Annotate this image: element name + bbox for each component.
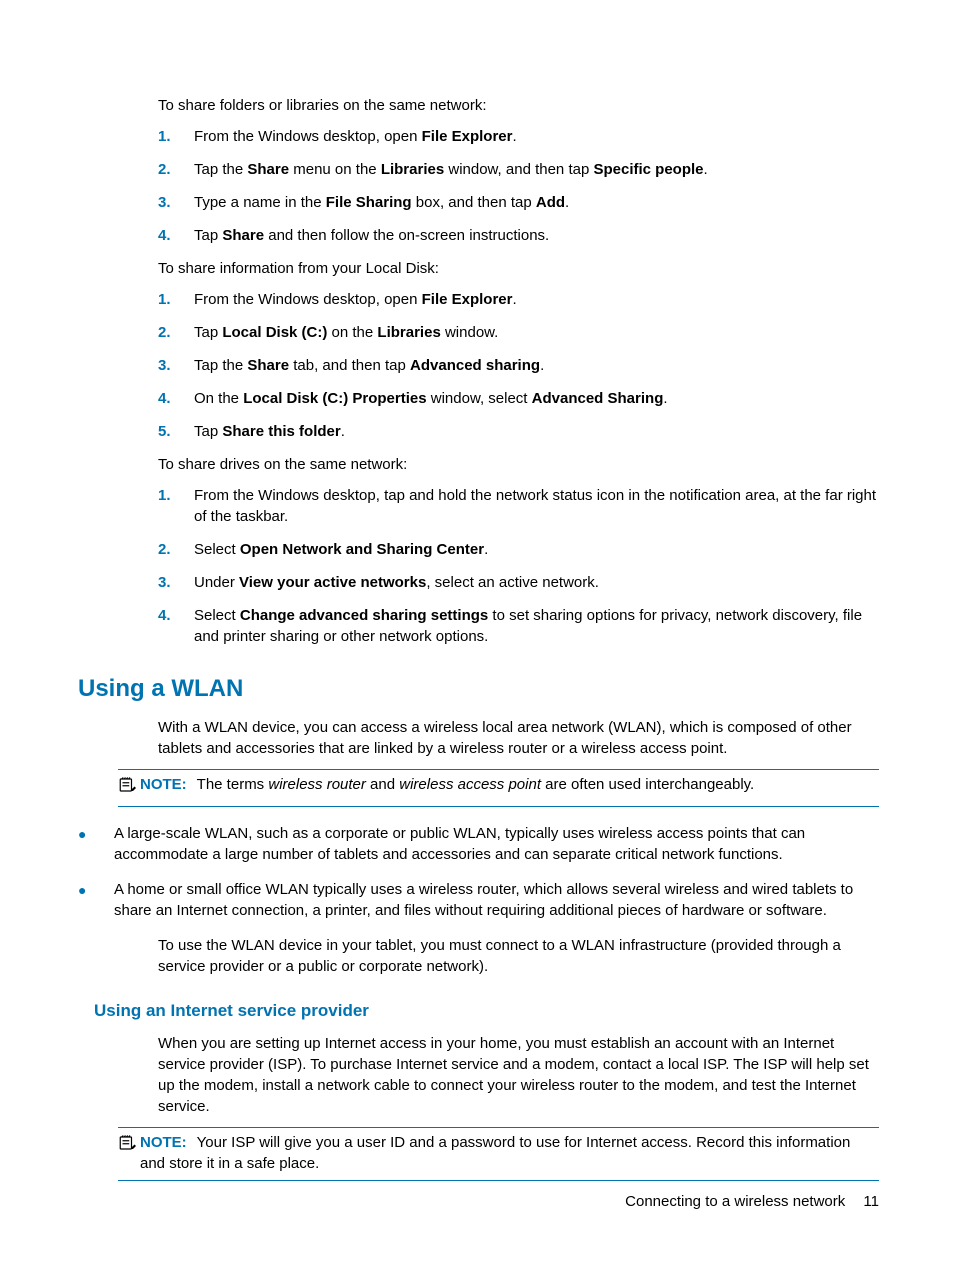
note-text: NOTE:Your ISP will give you a user ID an…	[140, 1132, 879, 1174]
list-number: 2.	[158, 322, 194, 343]
list-item: 3. Type a name in the File Sharing box, …	[158, 192, 879, 213]
heading-using-wlan: Using a WLAN	[78, 675, 879, 703]
heading-using-isp: Using an Internet service provider	[94, 1001, 879, 1021]
page-number: 11	[863, 1193, 879, 1210]
note-label: NOTE:	[140, 776, 187, 793]
list-number: 3.	[158, 192, 194, 213]
list-item: 2. Select Open Network and Sharing Cente…	[158, 539, 879, 560]
paragraph: When you are setting up Internet access …	[158, 1033, 879, 1117]
list-number: 4.	[158, 605, 194, 647]
list-text: Tap Share and then follow the on-screen …	[194, 225, 879, 246]
list-text: From the Windows desktop, tap and hold t…	[194, 485, 879, 527]
list-text: Tap Share this folder.	[194, 421, 879, 442]
page-footer: Connecting to a wireless network 11	[625, 1193, 879, 1210]
note-icon	[118, 774, 140, 800]
list-number: 1.	[158, 485, 194, 527]
list-item: ● A home or small office WLAN typically …	[78, 879, 879, 921]
bullet-icon: ●	[78, 823, 114, 865]
list-item: ● A large-scale WLAN, such as a corporat…	[78, 823, 879, 865]
list-item: 3. Under View your active networks, sele…	[158, 572, 879, 593]
list-text: Tap the Share tab, and then tap Advanced…	[194, 355, 879, 376]
ordered-list-local-disk: 1. From the Windows desktop, open File E…	[158, 289, 879, 442]
list-number: 3.	[158, 572, 194, 593]
note-label: NOTE:	[140, 1134, 187, 1151]
list-number: 5.	[158, 421, 194, 442]
paragraph: To share folders or libraries on the sam…	[158, 95, 879, 116]
list-number: 1.	[158, 289, 194, 310]
list-text: A home or small office WLAN typically us…	[114, 879, 879, 921]
note-box: NOTE:Your ISP will give you a user ID an…	[118, 1127, 879, 1181]
footer-text: Connecting to a wireless network	[625, 1193, 845, 1210]
list-number: 4.	[158, 225, 194, 246]
list-text: From the Windows desktop, open File Expl…	[194, 289, 879, 310]
list-number: 2.	[158, 159, 194, 180]
list-number: 3.	[158, 355, 194, 376]
paragraph: With a WLAN device, you can access a wir…	[158, 717, 879, 759]
list-item: 3. Tap the Share tab, and then tap Advan…	[158, 355, 879, 376]
list-text: Tap the Share menu on the Libraries wind…	[194, 159, 879, 180]
paragraph: To share drives on the same network:	[158, 454, 879, 475]
document-page: To share folders or libraries on the sam…	[0, 0, 954, 1270]
ordered-list-share-drives: 1. From the Windows desktop, tap and hol…	[158, 485, 879, 647]
list-item: 1. From the Windows desktop, tap and hol…	[158, 485, 879, 527]
list-number: 2.	[158, 539, 194, 560]
note-icon	[118, 1132, 140, 1174]
list-item: 2. Tap the Share menu on the Libraries w…	[158, 159, 879, 180]
list-item: 4. Tap Share and then follow the on-scre…	[158, 225, 879, 246]
list-item: 2. Tap Local Disk (C:) on the Libraries …	[158, 322, 879, 343]
list-number: 1.	[158, 126, 194, 147]
list-text: Type a name in the File Sharing box, and…	[194, 192, 879, 213]
list-text: A large-scale WLAN, such as a corporate …	[114, 823, 879, 865]
list-text: On the Local Disk (C:) Properties window…	[194, 388, 879, 409]
list-item: 5. Tap Share this folder.	[158, 421, 879, 442]
bullet-icon: ●	[78, 879, 114, 921]
list-item: 1. From the Windows desktop, open File E…	[158, 126, 879, 147]
list-text: Tap Local Disk (C:) on the Libraries win…	[194, 322, 879, 343]
ordered-list-share-folders: 1. From the Windows desktop, open File E…	[158, 126, 879, 246]
list-item: 4. Select Change advanced sharing settin…	[158, 605, 879, 647]
bullet-list-wlan: ● A large-scale WLAN, such as a corporat…	[78, 823, 879, 921]
list-item: 4. On the Local Disk (C:) Properties win…	[158, 388, 879, 409]
list-text: Under View your active networks, select …	[194, 572, 879, 593]
note-text: NOTE:The terms wireless router and wirel…	[140, 774, 879, 800]
paragraph: To share information from your Local Dis…	[158, 258, 879, 279]
paragraph: To use the WLAN device in your tablet, y…	[158, 935, 879, 977]
list-number: 4.	[158, 388, 194, 409]
list-item: 1. From the Windows desktop, open File E…	[158, 289, 879, 310]
list-text: Select Change advanced sharing settings …	[194, 605, 879, 647]
list-text: From the Windows desktop, open File Expl…	[194, 126, 879, 147]
note-box: NOTE:The terms wireless router and wirel…	[118, 769, 879, 807]
list-text: Select Open Network and Sharing Center.	[194, 539, 879, 560]
